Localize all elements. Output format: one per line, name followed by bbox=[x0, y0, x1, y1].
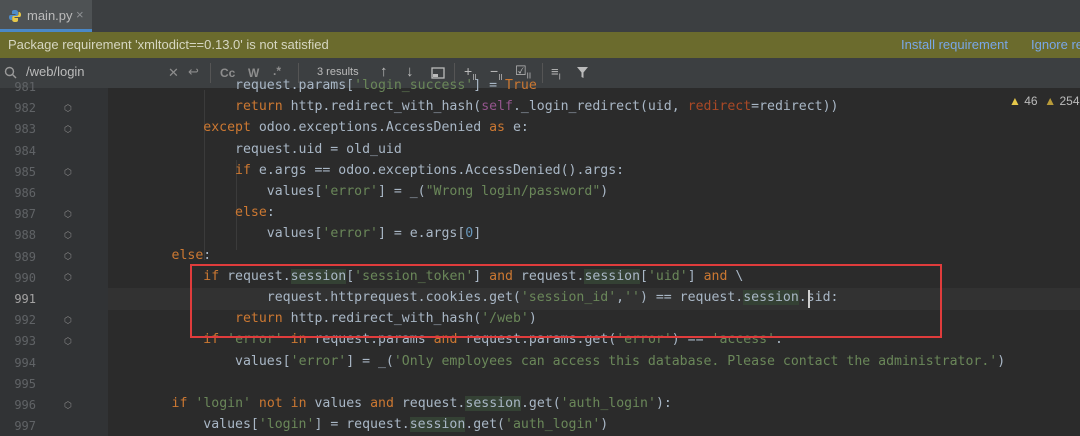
close-icon[interactable]: × bbox=[76, 7, 84, 22]
fold-marker-icon[interactable]: ⬡ bbox=[64, 315, 72, 326]
fold-marker-icon[interactable]: ⬡ bbox=[64, 230, 72, 241]
code-line: except odoo.exceptions.AccessDenied as e… bbox=[203, 120, 529, 135]
search-icon[interactable] bbox=[4, 66, 18, 80]
fold-marker-icon[interactable]: ⬡ bbox=[64, 272, 72, 283]
python-file-icon bbox=[9, 10, 21, 22]
weak-warning-icon: ▲ bbox=[1044, 94, 1057, 108]
line-number: 981 bbox=[14, 80, 36, 94]
search-results-count: 3 results bbox=[317, 66, 359, 78]
search-input[interactable]: /web/login bbox=[26, 64, 85, 79]
filter-icon[interactable] bbox=[576, 66, 589, 79]
code-line: if e.args == odoo.exceptions.AccessDenie… bbox=[235, 163, 625, 178]
line-number: 993 bbox=[14, 334, 36, 348]
inspection-widget[interactable]: ▲ 46 ▲ 254 bbox=[1009, 94, 1080, 108]
warning-count-a: 46 bbox=[1024, 94, 1038, 108]
line-number: 987 bbox=[14, 207, 36, 221]
line-number: 983 bbox=[14, 122, 36, 136]
line-number: 995 bbox=[14, 377, 36, 391]
fold-marker-icon[interactable]: ⬡ bbox=[64, 103, 72, 114]
code-line: values['error'] = e.args[0] bbox=[108, 226, 482, 241]
ignore-requirement-link[interactable]: Ignore re bbox=[1031, 37, 1080, 52]
warning-count-b: 254 bbox=[1059, 94, 1080, 108]
filter-options-icon[interactable]: ≡I bbox=[551, 64, 561, 82]
package-requirement-banner: Package requirement 'xmltodict==0.13.0' … bbox=[0, 32, 1080, 58]
line-number: 992 bbox=[14, 313, 36, 327]
line-number: 989 bbox=[14, 250, 36, 264]
fold-marker-icon[interactable]: ⬡ bbox=[64, 336, 72, 347]
regex-toggle[interactable]: .* bbox=[273, 64, 281, 78]
code-line: else: bbox=[235, 205, 275, 220]
editor-tab-bar: main.py × bbox=[0, 0, 1080, 33]
fold-marker-icon[interactable]: ⬡ bbox=[64, 400, 72, 411]
line-number: 990 bbox=[14, 271, 36, 285]
code-line: request.params['login_success'] = True bbox=[108, 78, 537, 93]
warning-icon: ▲ bbox=[1009, 94, 1021, 108]
code-line: else: bbox=[171, 248, 212, 263]
line-number: 994 bbox=[14, 356, 36, 370]
fold-marker-icon[interactable]: ⬡ bbox=[64, 167, 72, 178]
fold-marker-icon[interactable]: ⬡ bbox=[64, 124, 72, 135]
line-number: 997 bbox=[14, 419, 36, 433]
annotation-highlight-box bbox=[190, 264, 942, 338]
code-line: request.uid = old_uid bbox=[108, 142, 402, 157]
line-number: 984 bbox=[14, 144, 36, 158]
fold-marker-icon[interactable]: ⬡ bbox=[64, 209, 72, 220]
code-line: values['error'] = _("Wrong login/passwor… bbox=[108, 184, 609, 199]
line-number: 985 bbox=[14, 165, 36, 179]
banner-message: Package requirement 'xmltodict==0.13.0' … bbox=[8, 37, 329, 52]
line-number: 982 bbox=[14, 101, 36, 115]
line-number: 988 bbox=[14, 228, 36, 242]
code-line: values['error'] = _('Only employees can … bbox=[108, 354, 1006, 369]
fold-marker-icon[interactable]: ⬡ bbox=[64, 251, 72, 262]
install-requirement-link[interactable]: Install requirement bbox=[901, 37, 1008, 52]
code-editor[interactable] bbox=[108, 88, 1080, 436]
code-line: return http.redirect_with_hash(self._log… bbox=[235, 99, 839, 114]
code-line: values['login'] = request.session.get('a… bbox=[108, 417, 609, 432]
tab-main-py[interactable]: main.py × bbox=[0, 0, 92, 32]
line-number: 996 bbox=[14, 398, 36, 412]
tab-label: main.py bbox=[27, 8, 73, 23]
code-line: if 'login' not in values and request.ses… bbox=[171, 396, 672, 411]
line-number: 986 bbox=[14, 186, 36, 200]
line-number-current: 991 bbox=[14, 292, 36, 306]
